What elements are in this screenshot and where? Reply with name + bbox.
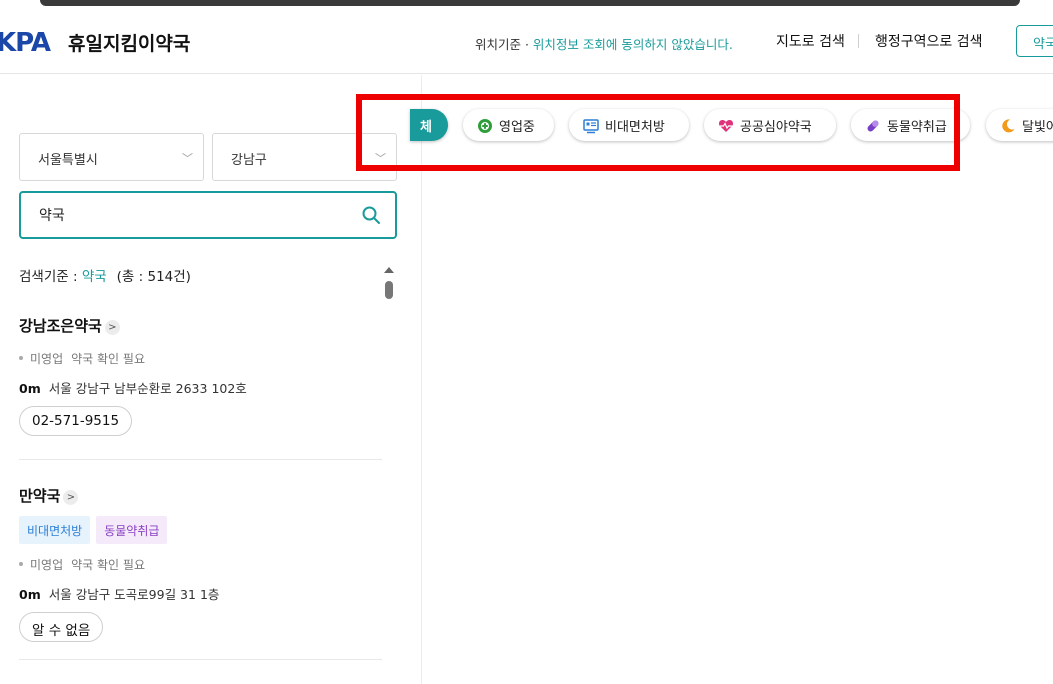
filter-label: 체	[420, 120, 432, 135]
city-select[interactable]: 서울특별시 ﹀	[19, 133, 204, 181]
pharmacy-address: 0m 서울 강남구 도곡로99길 31 1층	[19, 584, 382, 603]
address-text: 서울 강남구 남부순환로 2633 102호	[48, 381, 247, 396]
results-scrollbar[interactable]	[382, 265, 396, 684]
filter-chip-bar: 체 영업중 비대면처방 공공심야약국 동물약취급 달빛어	[410, 109, 1053, 143]
filter-moonlight[interactable]: 달빛어	[986, 109, 1053, 141]
open-status: 미영업 약국 확인 필요	[19, 350, 382, 367]
chevron-right-icon[interactable]: >	[104, 320, 120, 335]
pharmacy-address: 0m 서울 강남구 남부순환로 2633 102호	[19, 378, 382, 397]
nav-divider	[858, 34, 859, 48]
search-icon[interactable]	[361, 205, 381, 225]
tag-list: 비대면처방 동물약취급	[19, 516, 382, 544]
tag-nonface: 비대면처방	[19, 516, 91, 544]
browser-top-strip	[0, 0, 1053, 8]
nav-region-search[interactable]: 행정구역으로 검색	[875, 31, 983, 51]
filter-all[interactable]: 체	[410, 109, 448, 141]
nav-map-search[interactable]: 지도로 검색	[776, 31, 845, 51]
filter-nonface[interactable]: 비대면처방	[569, 109, 689, 141]
criteria-label: 검색기준 :	[19, 269, 82, 285]
filter-label: 비대면처방	[605, 120, 665, 135]
chevron-down-icon: ﹀	[182, 152, 193, 165]
status-note: 약국 확인 필요	[71, 352, 145, 366]
list-item[interactable]: 만약국 > 비대면처방 동물약취급 미영업 약국 확인 필요 0m 서울 강남구 도곡로…	[19, 485, 382, 660]
kpa-logo[interactable]: KPA	[0, 28, 51, 58]
search-sidebar: 서울특별시 ﹀ 강남구 ﹀ 검색기준 : 약국 (총 : 514건) 강남조은약국…	[0, 75, 422, 684]
location-label: 위치기준 ·	[475, 37, 533, 52]
scroll-up-arrow[interactable]	[384, 267, 394, 273]
filter-label: 달빛어	[1022, 120, 1053, 135]
filter-label: 공공심야약국	[740, 120, 812, 135]
plus-circle-icon	[478, 119, 492, 133]
phone-button[interactable]: 알 수 없음	[19, 612, 104, 642]
result-total: (총 : 514건)	[116, 269, 191, 285]
status-dot	[19, 356, 23, 360]
heart-pulse-icon	[718, 120, 734, 132]
site-header: KPA 휴일지킴이약국 위치기준 · 위치정보 조회에 동의하지 않았습니다. …	[0, 8, 1053, 74]
filter-label: 동물약취급	[887, 120, 947, 135]
pharmacy-name[interactable]: 만약국	[19, 485, 60, 506]
status-dot	[19, 562, 23, 566]
filter-night[interactable]: 공공심야약국	[704, 109, 836, 141]
filter-label: 영업중	[499, 120, 535, 135]
monitor-icon	[583, 119, 599, 134]
site-title[interactable]: 휴일지킴이약국	[68, 29, 190, 56]
district-select[interactable]: 강남구 ﹀	[212, 133, 397, 181]
status-note: 약국 확인 필요	[71, 558, 145, 572]
address-text: 서울 강남구 도곡로99길 31 1층	[48, 587, 220, 602]
search-box	[19, 191, 397, 239]
filter-open[interactable]: 영업중	[463, 109, 554, 141]
moon-icon	[1002, 119, 1015, 133]
city-select-value: 서울특별시	[38, 153, 98, 168]
header-pharmacy-button[interactable]: 약국	[1016, 25, 1053, 57]
pharmacy-name[interactable]: 강남조은약국	[19, 315, 102, 336]
search-input[interactable]	[39, 204, 339, 226]
status-text: 미영업	[30, 352, 64, 366]
chevron-right-icon[interactable]: >	[63, 490, 79, 505]
filter-animal[interactable]: 동물약취급	[851, 109, 970, 141]
search-criteria: 검색기준 : 약국 (총 : 514건)	[19, 265, 191, 285]
scroll-thumb[interactable]	[385, 281, 393, 299]
criteria-keyword: 약국	[81, 269, 107, 285]
district-select-value: 강남구	[231, 153, 267, 168]
pill-icon	[867, 120, 879, 132]
phone-button[interactable]: 02-571-9515	[19, 406, 133, 436]
distance: 0m	[19, 381, 41, 396]
tag-animal: 동물약취급	[96, 516, 168, 544]
location-consent-link[interactable]: 위치정보 조회에 동의하지 않았습니다.	[533, 37, 733, 52]
top-dark-bar	[40, 0, 1020, 6]
open-status: 미영업 약국 확인 필요	[19, 556, 382, 573]
chevron-down-icon: ﹀	[375, 152, 386, 165]
list-item[interactable]: 강남조은약국 > 미영업 약국 확인 필요 0m 서울 강남구 남부순환로 2633 …	[19, 315, 382, 460]
status-text: 미영업	[30, 558, 64, 572]
distance: 0m	[19, 587, 41, 602]
location-status: 위치기준 · 위치정보 조회에 동의하지 않았습니다.	[475, 34, 733, 53]
